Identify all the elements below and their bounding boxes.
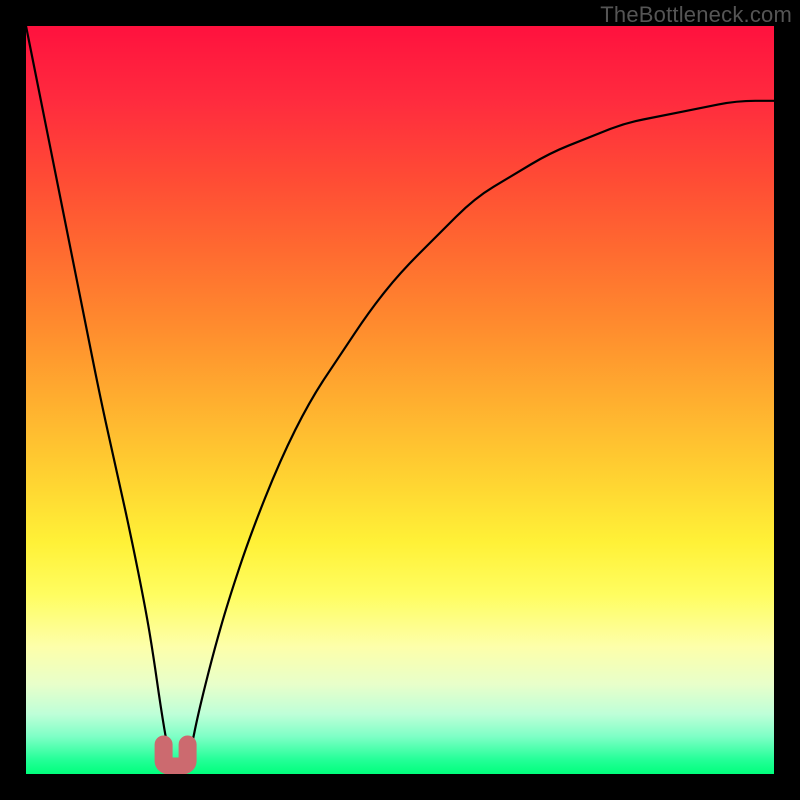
bottleneck-curve-layer bbox=[26, 26, 774, 774]
watermark-text: TheBottleneck.com bbox=[600, 2, 792, 28]
plot-area bbox=[26, 26, 774, 774]
chart-frame: TheBottleneck.com line bbox=[0, 0, 800, 800]
bottleneck-curve bbox=[26, 26, 774, 774]
optimal-marker-icon bbox=[164, 745, 188, 767]
